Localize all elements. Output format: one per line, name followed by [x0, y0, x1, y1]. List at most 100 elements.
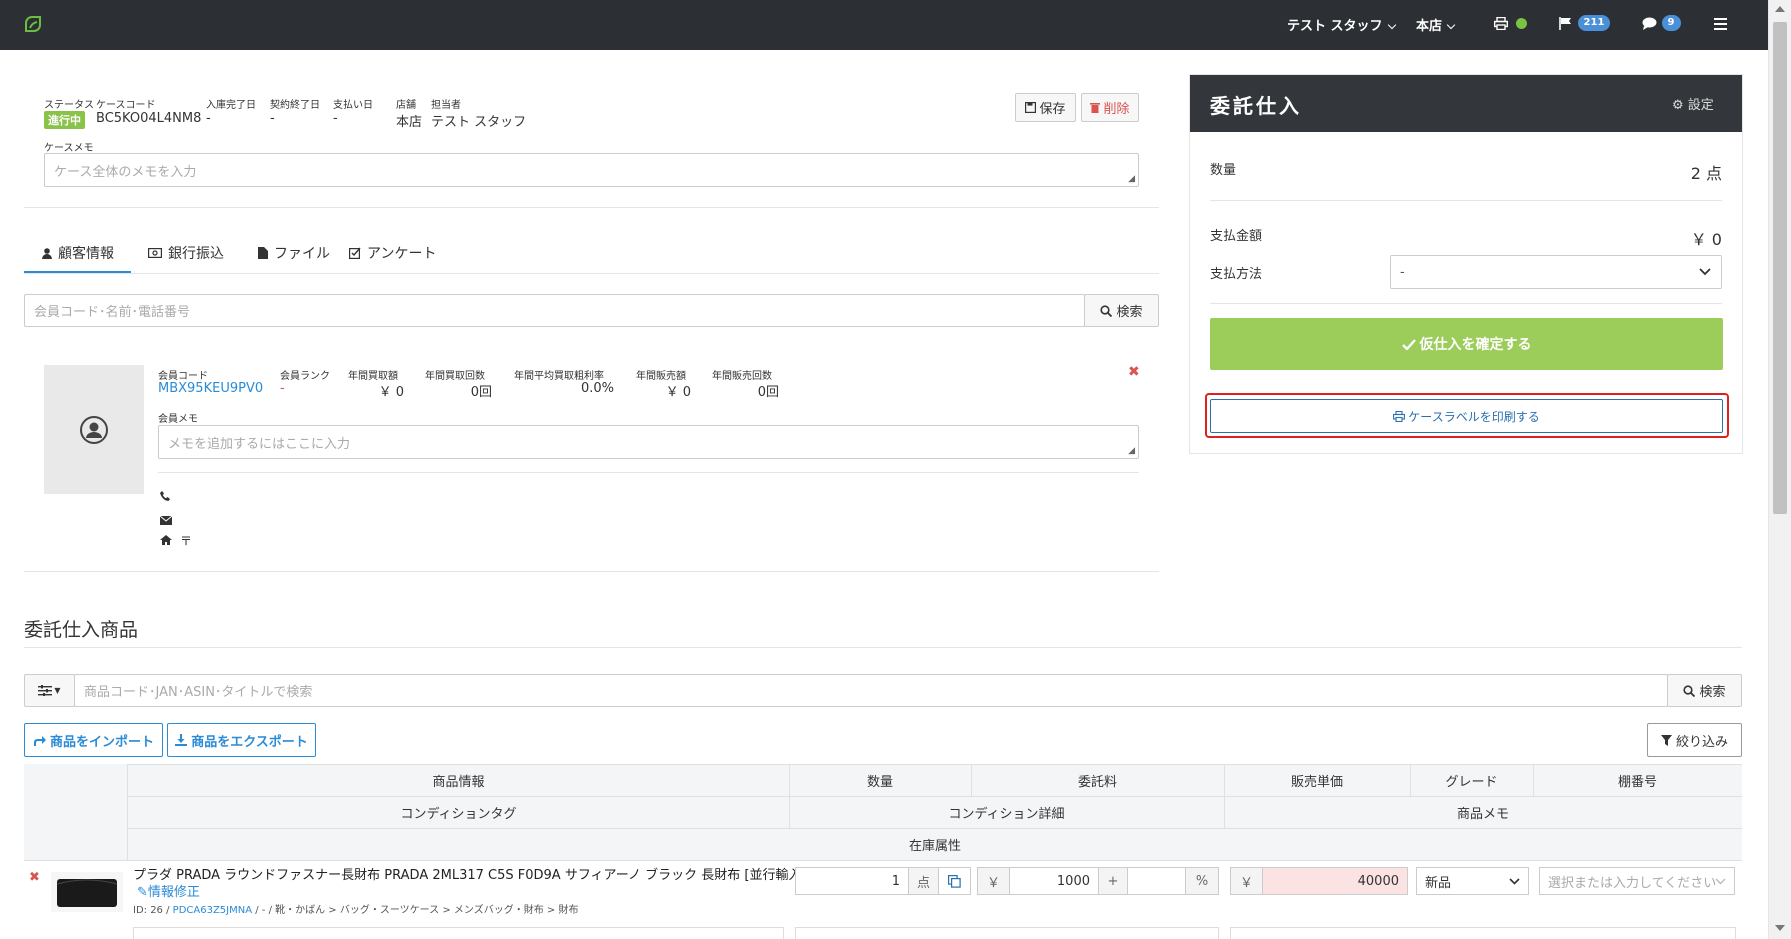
divider — [1210, 303, 1722, 304]
scrollbar-thumb[interactable] — [1773, 22, 1787, 514]
remove-row-icon[interactable]: ✖ — [29, 870, 40, 885]
col-header-product-memo: 商品メモ — [1456, 806, 1509, 822]
store-menu[interactable]: 本店 — [1416, 15, 1456, 34]
product-category: / - / 靴・かばん > バッグ・スーツケース > メンズバッグ・財布 > 財… — [255, 905, 579, 916]
divider — [158, 472, 1139, 473]
case-memo-input[interactable]: ケース全体のメモを入力 ◢ — [44, 153, 1139, 187]
condition-tag-input[interactable] — [133, 927, 784, 939]
search-icon — [1100, 304, 1113, 317]
payment-method-label: 支払方法 — [1210, 267, 1263, 282]
unit-price-input[interactable]: 40000 — [1262, 867, 1408, 895]
condition-detail-input[interactable] — [795, 927, 1219, 939]
chevron-down-icon — [1387, 20, 1396, 30]
status-badge: 進行中 — [44, 111, 85, 129]
print-label: ケースラベルを印刷する — [1408, 409, 1540, 424]
product-code-link[interactable]: PDCA63Z5JMNA — [173, 905, 252, 916]
grade-select[interactable]: 新品 — [1416, 867, 1529, 895]
summary-header: 委託仕入 ⚙ 設定 — [1190, 75, 1742, 132]
shelf-placeholder: 選択または入力してください — [1548, 875, 1717, 891]
quantity-total: 2 点 — [1690, 164, 1722, 183]
customer-search-placeholder: 会員コード･名前･電話番号 — [34, 305, 191, 320]
col-header-commission: 委託料 — [1077, 774, 1117, 790]
printer-status[interactable] — [1494, 16, 1527, 31]
product-thumbnail[interactable] — [51, 872, 123, 912]
settings-link[interactable]: ⚙ 設定 — [1672, 94, 1714, 113]
member-memo-placeholder: メモを追加するにはここに入力 — [168, 436, 351, 452]
divider — [24, 647, 1742, 648]
top-navbar: テスト スタッフ 本店 211 9 — [0, 0, 1768, 50]
checkbox-icon — [349, 247, 361, 259]
chat-notifications[interactable]: 9 — [1642, 15, 1681, 31]
user-circle-icon — [80, 415, 108, 444]
tab-label: アンケート — [367, 246, 437, 262]
delete-label: 削除 — [1103, 102, 1130, 117]
search-options-button[interactable]: ▼ — [24, 674, 75, 707]
tab-survey[interactable]: アンケート — [349, 243, 436, 263]
customer-search-input[interactable]: 会員コード･名前･電話番号 — [24, 294, 1085, 327]
phone-icon — [160, 491, 171, 506]
staff-name: テスト スタッフ — [1287, 19, 1383, 34]
tab-label: 銀行振込 — [168, 246, 224, 262]
commission-fixed-input[interactable]: 1000 — [1009, 867, 1099, 895]
col-header-condition-tag: コンディションタグ — [400, 806, 517, 822]
export-products-button[interactable]: 商品をエクスポート — [167, 723, 316, 757]
product-memo-input[interactable] — [1230, 927, 1736, 939]
products-section-title: 委託仕入商品 — [24, 619, 139, 641]
filter-button[interactable]: 絞り込み — [1647, 723, 1742, 757]
customer-search-button[interactable]: 検索 — [1084, 294, 1159, 327]
commission-percent-input[interactable] — [1127, 867, 1186, 895]
annual-margin-value: 0.0% — [580, 381, 614, 396]
commission-yen-addon: ￥ — [977, 867, 1010, 895]
remove-customer-icon[interactable]: ✖ — [1128, 364, 1140, 380]
quantity-label: 数量 — [1210, 163, 1237, 178]
col-header-grade: グレード — [1445, 774, 1498, 790]
import-products-button[interactable]: 商品をインポート — [24, 723, 163, 757]
store-value: 本店 — [396, 115, 423, 130]
hamburger-menu-icon[interactable] — [1714, 18, 1727, 34]
member-memo-input[interactable]: メモを追加するにはここに入力 ◢ — [158, 425, 1139, 459]
tab-customer-info[interactable]: 顧客情報 — [42, 243, 114, 263]
search-label: 検索 — [1699, 685, 1726, 700]
shelf-select[interactable]: 選択または入力してください — [1539, 867, 1735, 895]
search-label: 検索 — [1116, 305, 1143, 320]
payment-amount-label: 支払金額 — [1210, 229, 1263, 244]
pencil-icon: ✎ — [137, 885, 148, 900]
product-search-input[interactable]: 商品コード･JAN･ASIN･タイトルで検索 — [74, 674, 1668, 707]
edit-info-link[interactable]: ✎情報修正 — [137, 881, 200, 900]
settings-label: 設定 — [1687, 98, 1714, 113]
product-search-button[interactable]: 検索 — [1667, 674, 1742, 707]
chevron-down-icon — [1446, 20, 1456, 30]
tab-files[interactable]: ファイル — [258, 243, 330, 263]
share-arrow-icon — [33, 735, 46, 746]
payment-method-select[interactable]: - — [1390, 255, 1722, 289]
staff-menu[interactable]: テスト スタッフ — [1287, 15, 1396, 34]
col-header-condition-detail: コンディション詳細 — [948, 806, 1065, 822]
member-code-link[interactable]: MBX95KEU9PV0 — [158, 381, 263, 396]
col-header-shelf: 棚番号 — [1617, 774, 1657, 790]
case-code-value: BC5KO04L4NM8 — [96, 111, 202, 126]
home-icon — [160, 534, 172, 549]
col-header-info: 商品情報 — [432, 774, 485, 790]
trash-icon — [1090, 103, 1101, 113]
page-scrollbar[interactable] — [1768, 0, 1791, 939]
tab-divider — [24, 273, 1159, 274]
flag-count-badge: 211 — [1577, 15, 1611, 31]
save-button[interactable]: 保存 — [1015, 93, 1076, 122]
print-case-label-button[interactable]: ケースラベルを印刷する — [1210, 399, 1723, 433]
duplicate-button[interactable] — [938, 867, 971, 895]
quantity-input[interactable]: 1 — [795, 867, 909, 895]
flag-notifications[interactable]: 211 — [1559, 15, 1611, 31]
contract-end-label: 契約終了日 — [270, 100, 320, 111]
annual-purchase-amount-value: ￥ 0 — [378, 385, 404, 400]
scroll-up-arrow-icon[interactable] — [1775, 6, 1785, 12]
check-icon — [1401, 338, 1416, 350]
app-logo-icon[interactable] — [22, 14, 44, 40]
received-date-value: - — [206, 111, 211, 126]
tab-label: 顧客情報 — [58, 246, 114, 262]
delete-button[interactable]: 削除 — [1081, 93, 1139, 122]
staff-label: 担当者 — [431, 100, 461, 111]
search-icon — [1683, 684, 1696, 697]
scroll-down-arrow-icon[interactable] — [1775, 925, 1785, 931]
confirm-purchase-button[interactable]: 仮仕入を確定する — [1210, 318, 1723, 370]
tab-bank-transfer[interactable]: 銀行振込 — [148, 243, 224, 263]
